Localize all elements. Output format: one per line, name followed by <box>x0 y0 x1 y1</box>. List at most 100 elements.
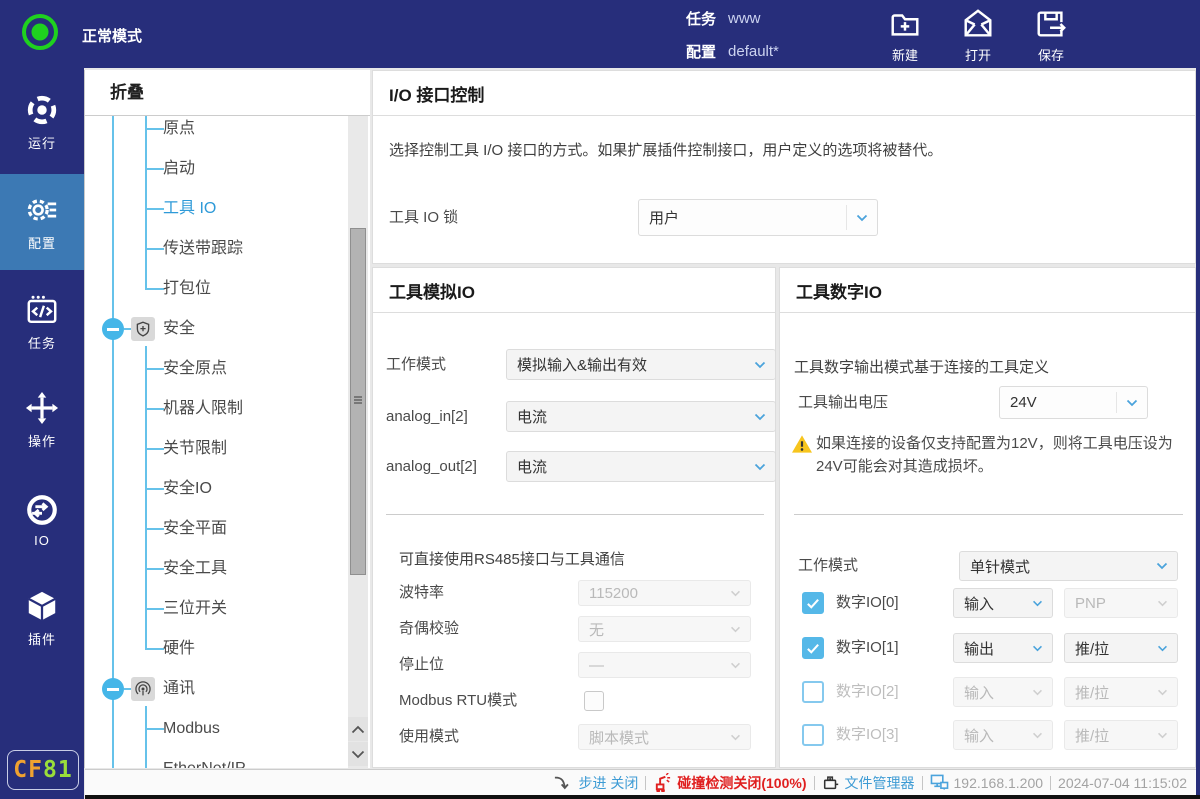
collapse-toggle-icon[interactable] <box>102 678 124 700</box>
file-manager-button[interactable]: 文件管理器 <box>815 773 922 793</box>
tree-item-safety-tool[interactable]: 安全工具 <box>85 549 350 589</box>
topbar-actions: 新建 打开 保存 <box>876 7 1080 64</box>
chevron-down-icon <box>351 750 365 759</box>
new-button-label: 新建 <box>892 45 918 64</box>
tree-tick <box>145 168 164 170</box>
config-value: default* <box>728 43 779 60</box>
digital-io-3-label: 数字IO[3] <box>836 717 899 753</box>
tree-item-tool-io[interactable]: 工具 IO <box>85 189 350 229</box>
chevron-down-icon <box>1032 689 1043 696</box>
collision-detect-button[interactable]: 碰撞检测关闭(100%) <box>646 773 813 793</box>
digital-io-1-label: 数字IO[1] <box>836 630 899 666</box>
baud-rate-label: 波特率 <box>399 580 444 606</box>
scrollbar-grip-icon <box>354 399 362 401</box>
tool-analog-io-card: 工具模拟IO 工作模式 模拟输入&输出有效 analog_in[2] 电流 an… <box>372 267 776 768</box>
tree-tick <box>145 448 164 450</box>
open-mail-icon <box>961 7 995 41</box>
digital-io-0-checkbox[interactable] <box>802 592 824 614</box>
tree-item-startup[interactable]: 启动 <box>85 149 350 189</box>
tree-item-safety-home[interactable]: 安全原点 <box>85 349 350 389</box>
use-mode-dropdown[interactable]: 脚本模式 <box>578 724 751 750</box>
sidebar-item-label: 操作 <box>28 431 56 450</box>
sidebar-item-operate[interactable]: 操作 <box>0 372 84 468</box>
parity-dropdown[interactable]: 无 <box>578 616 751 642</box>
tree-item-safety-io[interactable]: 安全IO <box>85 469 350 509</box>
sidebar-item-io[interactable]: IO <box>0 472 84 568</box>
tree-item-robot-limits[interactable]: 机器人限制 <box>85 389 350 429</box>
scroll-up-button[interactable] <box>348 717 368 741</box>
open-button[interactable]: 打开 <box>949 7 1007 64</box>
config-label: 配置 <box>686 41 716 62</box>
tree-item-modbus[interactable]: Modbus <box>85 709 350 749</box>
tool-analog-io-title: 工具模拟IO <box>373 268 775 313</box>
sidebar-item-label: 配置 <box>28 233 56 252</box>
analog-out-dropdown[interactable]: 电流 <box>506 451 776 482</box>
voltage-warning-text: 如果连接的设备仅支持配置为12V，则将工具电压设为24V可能会对其造成损坏。 <box>816 432 1180 478</box>
tree-item-conveyor-tracking[interactable]: 传送带跟踪 <box>85 229 350 269</box>
tree-item-safety-planes[interactable]: 安全平面 <box>85 509 350 549</box>
digital-io-3-direction-dropdown[interactable]: 输入 <box>953 720 1053 750</box>
chevron-down-icon <box>856 214 868 222</box>
collapse-toggle-icon[interactable] <box>102 318 124 340</box>
open-button-label: 打开 <box>965 45 991 64</box>
chevron-down-icon <box>1157 689 1168 696</box>
step-mode-label: 步进 关闭 <box>578 773 638 793</box>
chevron-down-icon <box>730 626 741 633</box>
task-label: 任务 <box>686 8 716 29</box>
tree-item-joint-limits[interactable]: 关节限制 <box>85 429 350 469</box>
modbus-rtu-checkbox[interactable] <box>584 691 604 711</box>
gear-icon <box>25 193 59 227</box>
tree-item-hardware[interactable]: 硬件 <box>85 629 350 669</box>
tool-io-lock-dropdown[interactable]: 用户 <box>638 199 878 236</box>
step-mode-button[interactable]: 步进 关闭 <box>546 773 645 793</box>
tool-voltage-label: 工具输出电压 <box>798 386 888 419</box>
tree-scrollbar-thumb[interactable] <box>350 228 366 575</box>
tree-item-communication[interactable]: 通讯 <box>85 669 350 709</box>
shield-icon <box>131 317 155 341</box>
digital-io-3-checkbox[interactable] <box>802 724 824 746</box>
sidebar-item-run[interactable]: 运行 <box>0 74 84 170</box>
digital-io-0-direction-dropdown[interactable]: 输入 <box>953 588 1053 618</box>
digital-io-note: 工具数字输出模式基于连接的工具定义 <box>794 356 1049 377</box>
config-row: 配置 default* <box>686 41 779 61</box>
digital-io-1-direction-dropdown[interactable]: 输出 <box>953 633 1053 663</box>
sidebar-item-task[interactable]: 任务 <box>0 274 84 370</box>
tree-item-ethernet-ip[interactable]: EtherNet/IP <box>85 749 350 768</box>
digital-io-0-mode-dropdown[interactable]: PNP <box>1064 588 1178 618</box>
chevron-down-icon <box>1126 399 1138 407</box>
mode-label: 正常模式 <box>82 25 142 46</box>
analog-in-dropdown[interactable]: 电流 <box>506 401 776 432</box>
scroll-down-button[interactable] <box>348 742 368 766</box>
digital-io-2-direction-dropdown[interactable]: 输入 <box>953 677 1053 707</box>
save-button-label: 保存 <box>1038 45 1064 64</box>
tree-tick <box>145 528 164 530</box>
sidebar-item-plugin[interactable]: 插件 <box>0 570 84 666</box>
sidebar-item-label: 任务 <box>28 333 56 352</box>
tree-tick <box>145 568 164 570</box>
analog-work-mode-dropdown[interactable]: 模拟输入&输出有效 <box>506 349 776 380</box>
tool-voltage-dropdown[interactable]: 24V <box>999 386 1148 419</box>
digital-io-1-checkbox[interactable] <box>802 637 824 659</box>
digital-io-2-checkbox[interactable] <box>802 681 824 703</box>
tree-tick <box>145 368 164 370</box>
chevron-down-icon <box>730 590 741 597</box>
task-row: 任务 www <box>686 8 761 28</box>
antenna-icon <box>131 677 155 701</box>
tree-item-three-position-switch[interactable]: 三位开关 <box>85 589 350 629</box>
tree-body: 原点 启动 工具 IO 传送带跟踪 打包位 安全 安全原点 机器人限制 关节限制… <box>85 116 370 768</box>
tree-item-pack-position[interactable]: 打包位 <box>85 269 350 309</box>
collapse-button[interactable]: 折叠 <box>85 70 370 116</box>
new-button[interactable]: 新建 <box>876 7 934 64</box>
sidebar-item-config[interactable]: 配置 <box>0 174 84 270</box>
digital-work-mode-dropdown[interactable]: 单针模式 <box>959 551 1178 581</box>
baud-rate-dropdown[interactable]: 115200 <box>578 580 751 606</box>
digital-io-1-mode-dropdown[interactable]: 推/拉 <box>1064 633 1178 663</box>
save-button[interactable]: 保存 <box>1022 7 1080 64</box>
stop-bit-dropdown[interactable]: — <box>578 652 751 678</box>
top-bar: 正常模式 任务 www 配置 default* 新建 打开 <box>0 0 1200 68</box>
digital-io-3-mode-dropdown[interactable]: 推/拉 <box>1064 720 1178 750</box>
tree-item-origin[interactable]: 原点 <box>85 116 350 149</box>
digital-io-2-mode-dropdown[interactable]: 推/拉 <box>1064 677 1178 707</box>
controller-badge[interactable]: CF81 <box>7 750 79 790</box>
tree-item-safety[interactable]: 安全 <box>85 309 350 349</box>
